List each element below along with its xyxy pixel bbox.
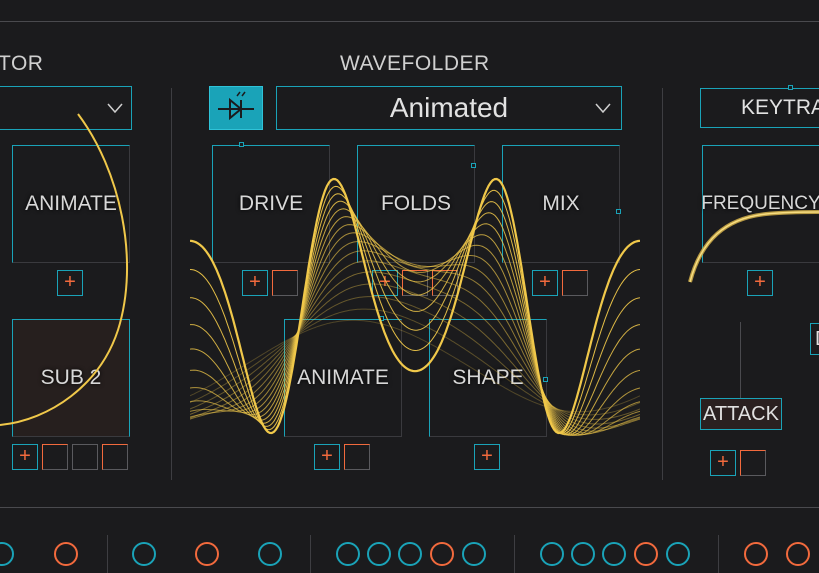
- mod-source-5[interactable]: [258, 542, 282, 566]
- waveform-trace: [190, 177, 640, 435]
- left-sub2-mod-slot-3[interactable]: [102, 444, 128, 470]
- mod-source-6[interactable]: [336, 542, 360, 566]
- right-edge-letter: D: [815, 328, 819, 350]
- left-sub2-mod-slot-1[interactable]: [42, 444, 68, 470]
- wavefolder-mode-value: Animated: [389, 92, 509, 123]
- mod-source-1[interactable]: [0, 542, 14, 566]
- mod-source-7[interactable]: [367, 542, 391, 566]
- mod-source-9[interactable]: [430, 542, 454, 566]
- section-divider-right: [662, 88, 663, 480]
- mod-source-2[interactable]: [54, 542, 78, 566]
- section-divider-left: [171, 88, 172, 480]
- waveform-trace: [190, 308, 640, 416]
- mod-source-11[interactable]: [540, 542, 564, 566]
- waveform-trace: [190, 232, 640, 436]
- attack-label: ATTACK: [703, 402, 779, 425]
- attack-slider-handle[interactable]: ATTACK: [700, 398, 782, 430]
- top-divider: [0, 21, 819, 22]
- wavefolder-section-title: WAVEFOLDER: [340, 52, 490, 75]
- waveform-trace: [190, 319, 640, 413]
- mod-source-15[interactable]: [666, 542, 690, 566]
- attack-add-mod-button[interactable]: +: [710, 450, 736, 476]
- mod-source-8[interactable]: [398, 542, 422, 566]
- wavefolder-mode-dropdown[interactable]: Animated: [276, 86, 622, 130]
- mod-source-16[interactable]: [744, 542, 768, 566]
- waveform-trace: [190, 250, 640, 434]
- keytrack-label: KEYTRA: [741, 96, 819, 119]
- frequency-curve: [688, 210, 819, 283]
- attack-slider-track[interactable]: [740, 322, 741, 402]
- waveform-trace: [190, 296, 640, 420]
- mod-source-13[interactable]: [602, 542, 626, 566]
- waveform-trace: [190, 260, 640, 432]
- left-lfo-curve: [0, 113, 128, 426]
- left-sub2-add-mod-button[interactable]: +: [12, 444, 38, 470]
- bottom-divider: [0, 507, 819, 508]
- mod-source-4[interactable]: [195, 542, 219, 566]
- bottom-divider-1: [107, 535, 108, 573]
- waveform-trace: [190, 193, 640, 435]
- waveform-display: [190, 177, 640, 436]
- waveform-trace: [190, 200, 640, 436]
- diode-bypass-icon: [218, 91, 254, 121]
- chevron-down-icon: [595, 103, 611, 113]
- mod-source-3[interactable]: [132, 542, 156, 566]
- mod-source-10[interactable]: [462, 542, 486, 566]
- attack-mod-slot-1[interactable]: [740, 450, 766, 476]
- bottom-divider-2: [310, 535, 311, 573]
- keytrack-indicator: [788, 85, 793, 90]
- keytrack-box[interactable]: KEYTRA: [700, 88, 819, 128]
- right-edge-button[interactable]: D: [810, 323, 819, 355]
- bottom-divider-3: [514, 535, 515, 573]
- bottom-divider-4: [718, 535, 719, 573]
- mod-source-14[interactable]: [634, 542, 658, 566]
- left-section-title: TOR: [0, 52, 44, 75]
- mod-source-12[interactable]: [571, 542, 595, 566]
- waveform-trace: [190, 241, 640, 435]
- left-sub2-mod-slot-2[interactable]: [72, 444, 98, 470]
- mod-source-17[interactable]: [786, 542, 810, 566]
- wavefolder-bypass-button[interactable]: [209, 86, 263, 130]
